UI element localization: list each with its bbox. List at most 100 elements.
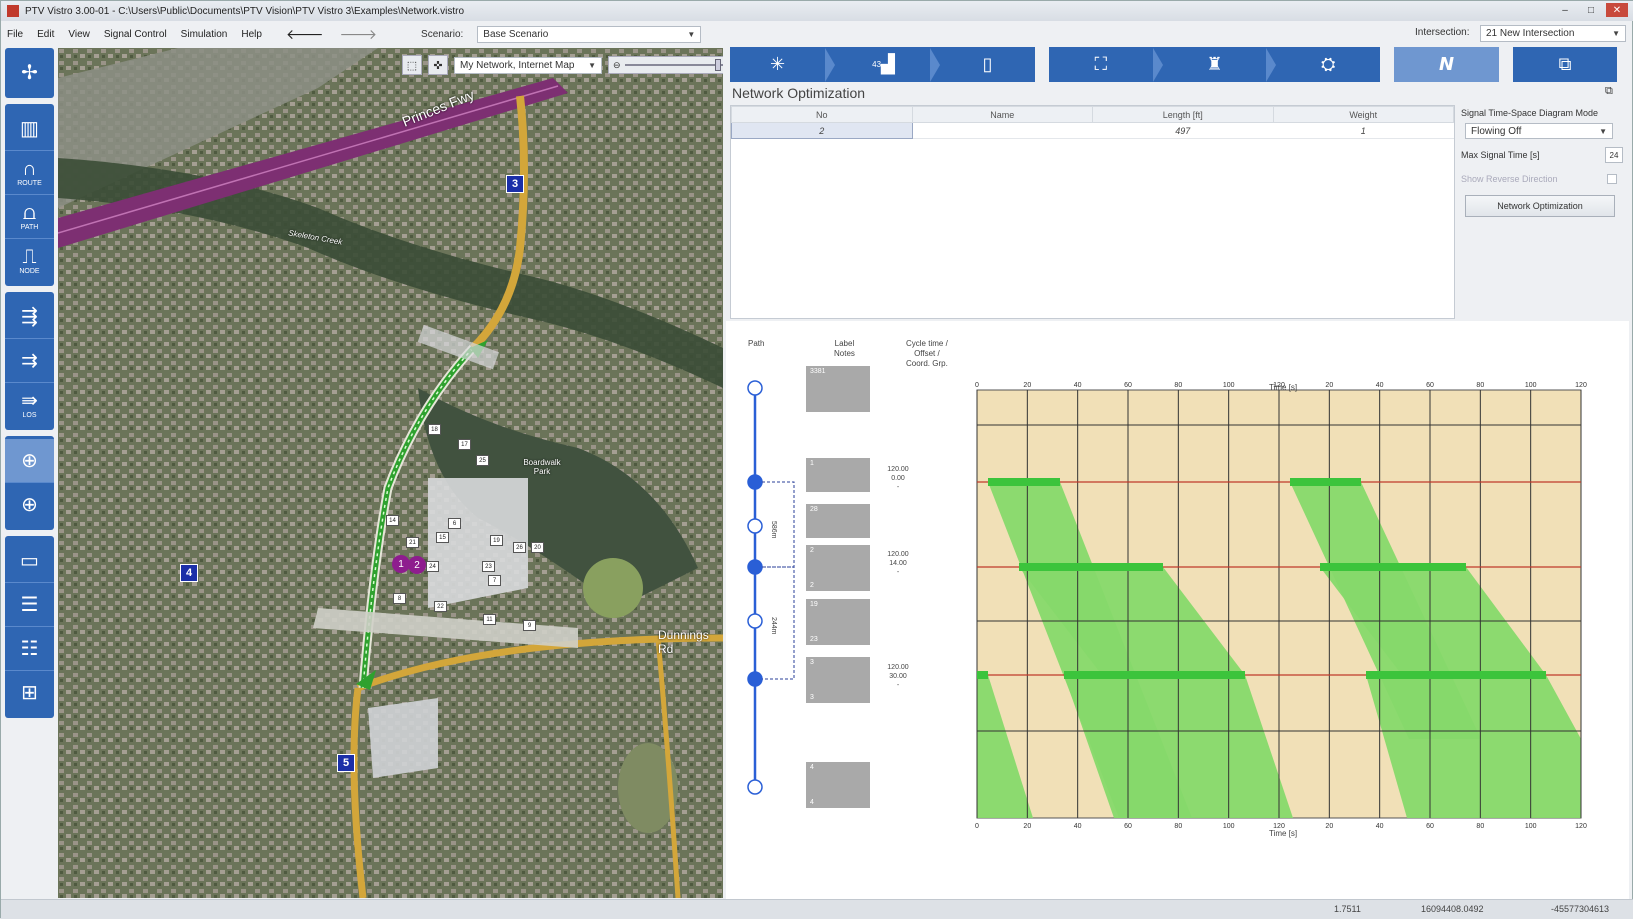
intersection-tag[interactable]: 11 bbox=[483, 614, 496, 625]
menu-file[interactable]: File bbox=[7, 29, 23, 40]
ribbon-button-report[interactable]: ⛭ bbox=[1276, 47, 1380, 82]
map-view[interactable]: Princes Fwy Boardwalk Park Skeleton Cree… bbox=[58, 48, 723, 898]
menu-help[interactable]: Help bbox=[241, 29, 262, 40]
intersection-tag[interactable]: 17 bbox=[458, 439, 471, 450]
ribbon-button-signal-head[interactable]: ▯ bbox=[940, 47, 1035, 82]
tool-button-import[interactable]: ⊞ bbox=[5, 671, 54, 715]
network-optimization-button[interactable]: Network Optimization bbox=[1465, 195, 1615, 217]
fit-extent-icon[interactable]: ✜ bbox=[428, 55, 448, 75]
table-row[interactable]: 2 497 1 bbox=[731, 122, 1454, 139]
forward-arrow-icon[interactable]: 🡒 bbox=[340, 26, 378, 43]
intersection-tag[interactable]: 7 bbox=[488, 575, 501, 586]
intersection-tag[interactable]: 21 bbox=[406, 537, 419, 548]
cell-no[interactable]: 2 bbox=[731, 122, 913, 139]
intersection-select[interactable]: 21 New Intersection ▼ bbox=[1480, 25, 1626, 42]
label-note-box[interactable]: 19 23 bbox=[806, 599, 870, 645]
intersection-tag[interactable]: 18 bbox=[428, 424, 441, 435]
intersection-tag[interactable]: 23 bbox=[482, 561, 495, 572]
intersection-tag[interactable]: 26 bbox=[513, 542, 526, 553]
intersection-tag[interactable]: 20 bbox=[531, 542, 544, 553]
menu-signal-control[interactable]: Signal Control bbox=[104, 29, 167, 40]
intersection-tag[interactable]: 24 bbox=[426, 561, 439, 572]
col-name[interactable]: Name bbox=[911, 106, 1093, 123]
tool-button-signal[interactable]: ⊕ bbox=[5, 439, 54, 483]
label-note-box[interactable]: 44 bbox=[806, 762, 870, 808]
back-arrow-icon[interactable]: 🡐 bbox=[286, 26, 324, 43]
opacity-slider[interactable]: ⊖ ⊕ bbox=[608, 56, 723, 74]
tool-button-table[interactable]: ☰ bbox=[5, 583, 54, 627]
chevron-down-icon: ▼ bbox=[687, 29, 696, 39]
ribbon-button-optimize[interactable]: 𝙉 bbox=[1394, 47, 1499, 82]
close-icon[interactable]: ✕ bbox=[1606, 3, 1628, 17]
intersection-marker-3[interactable]: 3 bbox=[506, 175, 524, 193]
ribbon-button-layers[interactable]: ⧉ bbox=[1513, 47, 1617, 82]
time-space-diagram[interactable]: 0 0 20 20 40 40 60 60 80 80 100 100 120 120 20 20 40 40 60… bbox=[726, 321, 1629, 899]
intersection-marker-5[interactable]: 5 bbox=[337, 754, 355, 772]
menu-edit[interactable]: Edit bbox=[37, 29, 54, 40]
paths-table[interactable]: No Name Length [ft] Weight 2 497 1 bbox=[730, 105, 1455, 319]
ribbon-button-network[interactable]: ✳ bbox=[730, 47, 825, 82]
tick-label-bottom: 120 bbox=[1575, 823, 1587, 830]
scenario-select[interactable]: Base Scenario ▼ bbox=[477, 25, 702, 43]
col-weight[interactable]: Weight bbox=[1272, 106, 1454, 123]
tool-button-path[interactable]: ⩍ PATH bbox=[5, 195, 54, 239]
ribbon-button-stairs[interactable]: ⛶ bbox=[1049, 47, 1153, 82]
cell-length[interactable]: 497 bbox=[1092, 122, 1273, 139]
zoom-out-icon[interactable]: ⊖ bbox=[613, 60, 621, 71]
tick-label-bottom: 100 bbox=[1223, 823, 1235, 830]
slider-handle[interactable] bbox=[715, 59, 722, 71]
intersection-tag[interactable]: 22 bbox=[434, 601, 447, 612]
intersection-tag[interactable]: 9 bbox=[523, 620, 536, 631]
tool-button-building[interactable]: ▥ bbox=[5, 107, 54, 151]
intersection-tag[interactable]: 15 bbox=[436, 532, 449, 543]
diagram-mode-label: Signal Time-Space Diagram Mode bbox=[1461, 108, 1599, 118]
intersection-tag[interactable]: 25 bbox=[476, 455, 489, 466]
app-window: PTV Vistro 3.00-01 - C:\Users\Public\Doc… bbox=[0, 0, 1633, 919]
tool-button-report[interactable]: ▭ bbox=[5, 539, 54, 583]
intersection-marker-4[interactable]: 4 bbox=[180, 564, 198, 582]
tool-button-los[interactable]: ⇛ LOS bbox=[5, 383, 54, 427]
tool-button-lane-volume[interactable]: ⇉ bbox=[5, 339, 54, 383]
intersection-tag[interactable]: 19 bbox=[490, 535, 503, 546]
max-signal-time-input[interactable]: 24 bbox=[1605, 147, 1623, 163]
tick-label-top: 60 bbox=[1426, 382, 1434, 389]
cycle-header: Cycle time / Offset / Coord. Grp. bbox=[906, 339, 948, 368]
tick-label-bottom: 100 bbox=[1525, 823, 1537, 830]
label-note-box[interactable]: 33 bbox=[806, 657, 870, 703]
intersection-tag[interactable]: 8 bbox=[393, 593, 406, 604]
cycle-cycle: 120.00 bbox=[887, 664, 909, 671]
tool-button-export[interactable]: ☷ bbox=[5, 627, 54, 671]
col-no[interactable]: No bbox=[731, 106, 913, 123]
tool-button-intersection[interactable]: ✢ bbox=[5, 51, 54, 95]
menu-simulation[interactable]: Simulation bbox=[181, 29, 228, 40]
reverse-direction-checkbox[interactable] bbox=[1607, 174, 1617, 184]
tool-button-route[interactable]: ∩ ROUTE bbox=[5, 151, 54, 195]
diagram-mode-select[interactable]: Flowing Off ▼ bbox=[1465, 123, 1613, 139]
ribbon-button-people[interactable]: ♜ bbox=[1163, 47, 1267, 82]
tool-button-node[interactable]: ⎍ NODE bbox=[5, 239, 54, 283]
col-length[interactable]: Length [ft] bbox=[1092, 106, 1274, 123]
intersection-tag[interactable]: 14 bbox=[386, 515, 399, 526]
menu-view[interactable]: View bbox=[68, 29, 90, 40]
label-note-box[interactable]: 28 bbox=[806, 504, 870, 538]
label-note-box[interactable]: 22 bbox=[806, 545, 870, 591]
label-note-box[interactable]: 3381 bbox=[806, 366, 870, 412]
tool-button-turn-volume[interactable]: ⇶ bbox=[5, 295, 54, 339]
zone-marker-2[interactable]: 2 bbox=[408, 556, 426, 574]
tool-button-signal-timing[interactable]: ⊕ bbox=[5, 483, 54, 527]
map-canvas[interactable] bbox=[58, 48, 723, 898]
select-area-icon[interactable]: ⬚ bbox=[402, 55, 422, 75]
detach-icon[interactable]: ⧉ bbox=[1605, 85, 1613, 98]
tool-label: ROUTE bbox=[17, 179, 42, 187]
minimize-icon[interactable]: – bbox=[1554, 3, 1576, 17]
volume-icon: ▟ bbox=[881, 54, 895, 74]
cell-name[interactable] bbox=[912, 122, 1093, 139]
ribbon-badge: 43 bbox=[872, 60, 882, 69]
map-layer-select[interactable]: My Network, Internet Map ▼ bbox=[454, 56, 602, 74]
ribbon-button-volume[interactable]: 43 ▟ bbox=[835, 47, 930, 82]
label-note-box[interactable]: 1 bbox=[806, 458, 870, 492]
maximize-icon[interactable]: □ bbox=[1580, 3, 1602, 17]
intersection-tag[interactable]: 6 bbox=[448, 518, 461, 529]
tick-label-top: 80 bbox=[1174, 382, 1182, 389]
cell-weight[interactable]: 1 bbox=[1273, 122, 1454, 139]
